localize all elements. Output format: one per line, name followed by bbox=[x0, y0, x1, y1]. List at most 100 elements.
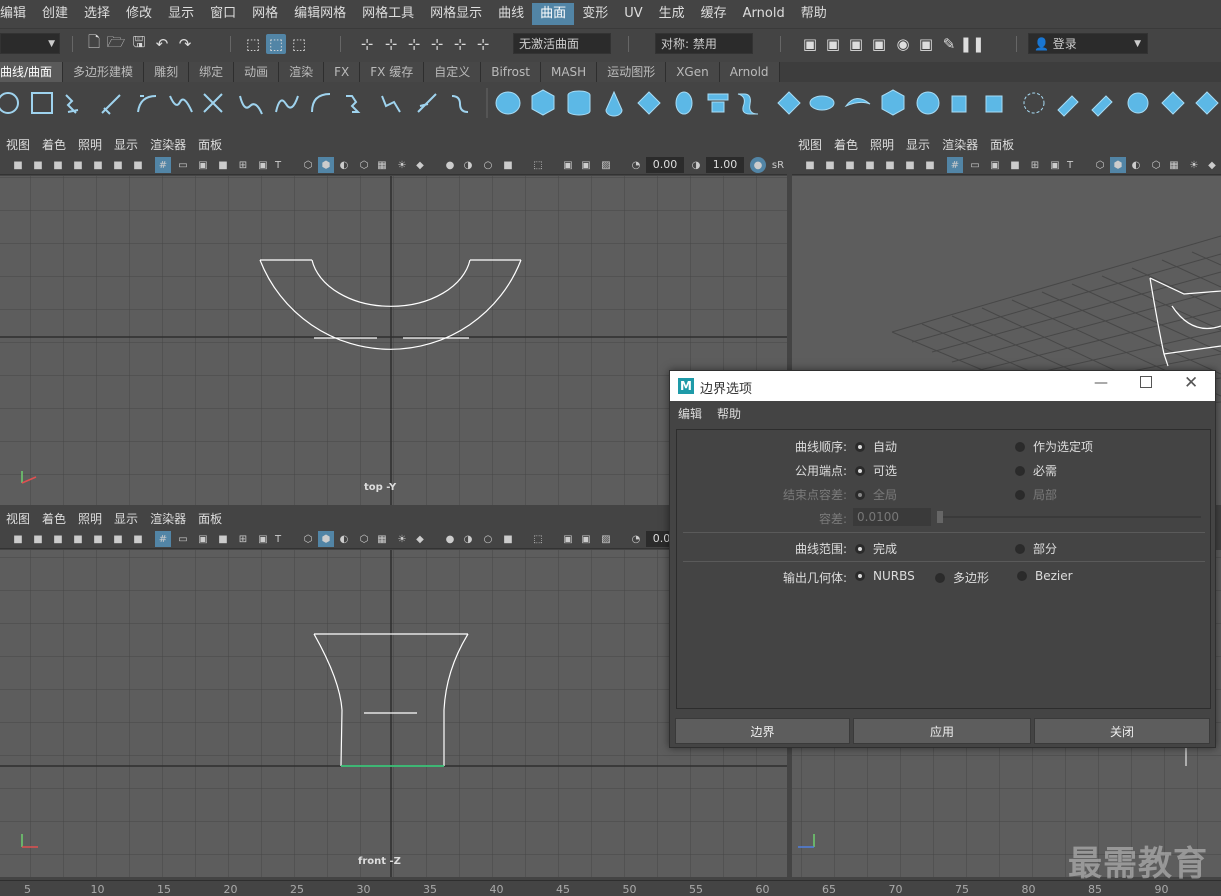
anti-aliasing-icon[interactable]: ○ bbox=[480, 157, 496, 173]
input-output-icon[interactable]: ⊹ bbox=[473, 34, 493, 54]
camera-attr-icon[interactable]: ■ bbox=[30, 157, 46, 173]
resolution-gate-icon[interactable]: ▣ bbox=[195, 157, 211, 173]
select-by-component-icon[interactable]: ⬚ bbox=[289, 34, 309, 54]
grid-toggle-icon[interactable]: # bbox=[155, 157, 171, 173]
camera-select-icon[interactable]: ■ bbox=[802, 157, 818, 173]
shelf-tab-3[interactable]: 绑定 bbox=[189, 62, 235, 82]
depth-of-field-icon[interactable]: ■ bbox=[500, 531, 516, 547]
image-plane-icon[interactable]: ■ bbox=[862, 157, 878, 173]
camera-attr-icon[interactable]: ■ bbox=[822, 157, 838, 173]
motion-blur-icon[interactable]: ◑ bbox=[460, 157, 476, 173]
viewport-menu-item-3[interactable]: 显示 bbox=[108, 136, 144, 153]
wireframe-icon[interactable]: ⬡ bbox=[300, 157, 316, 173]
output-polygon-radio[interactable]: 多边形 bbox=[935, 569, 989, 586]
pencil-icon[interactable]: ■ bbox=[922, 157, 938, 173]
shelf-tab-13[interactable]: Arnold bbox=[719, 62, 780, 82]
shelf-tab-4[interactable]: 动画 bbox=[234, 62, 280, 82]
menu-item-9[interactable]: 网格显示 bbox=[422, 3, 490, 25]
viewport-menu-item-2[interactable]: 照明 bbox=[864, 136, 900, 153]
menu-item-10[interactable]: 曲线 bbox=[490, 3, 532, 25]
shelf-tab-9[interactable]: Bifrost bbox=[481, 62, 541, 82]
backface-icon[interactable]: ▨ bbox=[598, 531, 614, 547]
common-endpoints-required-radio[interactable]: 必需 bbox=[1015, 462, 1057, 479]
shelf-tab-8[interactable]: 自定义 bbox=[424, 62, 482, 82]
viewport-menu-item-4[interactable]: 渲染器 bbox=[936, 136, 984, 153]
xray-active-icon[interactable]: ▣ bbox=[578, 157, 594, 173]
gate-mask-icon[interactable]: ■ bbox=[215, 531, 231, 547]
lights-icon[interactable]: ☀ bbox=[394, 531, 410, 547]
tolerance-slider-handle[interactable] bbox=[937, 511, 943, 523]
time-slider-ruler[interactable]: 5 10 15 20 25 30 35 40 45 50 55 60 65 70 75 80 85 90 bbox=[0, 880, 1221, 896]
save-scene-icon[interactable]: 🖫 bbox=[129, 33, 149, 54]
shelf-tab-12[interactable]: XGen bbox=[666, 62, 720, 82]
viewport-menu-item-2[interactable]: 照明 bbox=[72, 510, 108, 527]
xray-joints-icon[interactable]: ▣ bbox=[560, 531, 576, 547]
2d-pan-icon[interactable]: ■ bbox=[110, 531, 126, 547]
viewport-menu-item-5[interactable]: 面板 bbox=[192, 136, 228, 153]
depth-of-field-icon[interactable]: ■ bbox=[500, 157, 516, 173]
default-material-icon[interactable]: ◐ bbox=[1128, 157, 1144, 173]
dialog-menu-help[interactable]: 帮助 bbox=[717, 405, 741, 422]
view-transform-label[interactable]: sR bbox=[770, 157, 786, 173]
wireframe-on-shaded-icon[interactable]: ⬡ bbox=[356, 531, 372, 547]
grease-pencil-icon[interactable]: ■ bbox=[90, 531, 106, 547]
safe-title-icon[interactable]: T bbox=[270, 157, 286, 173]
render-current-icon[interactable]: ▣ bbox=[823, 34, 843, 54]
lights-icon[interactable]: ☀ bbox=[1186, 157, 1202, 173]
menu-item-4[interactable]: 显示 bbox=[160, 3, 202, 25]
inactive-surface-field[interactable]: 无激活曲面 bbox=[513, 33, 611, 54]
2d-pan-icon[interactable]: ■ bbox=[902, 157, 918, 173]
motion-blur-icon[interactable]: ◑ bbox=[460, 531, 476, 547]
viewport-menu-item-3[interactable]: 显示 bbox=[900, 136, 936, 153]
safe-title-icon[interactable]: T bbox=[1062, 157, 1078, 173]
output-nurbs-radio[interactable]: NURBS bbox=[855, 569, 915, 583]
viewport-menu-item-1[interactable]: 着色 bbox=[36, 136, 72, 153]
exposure-icon[interactable]: ◔ bbox=[628, 531, 644, 547]
shelf-tab-10[interactable]: MASH bbox=[540, 62, 598, 82]
minimize-icon[interactable]: — bbox=[1094, 375, 1108, 391]
2d-pan-icon[interactable]: ■ bbox=[110, 157, 126, 173]
menu-set-dropdown[interactable]: ▼ bbox=[0, 33, 60, 54]
resolution-gate-icon[interactable]: ▣ bbox=[987, 157, 1003, 173]
dialog-menu-edit[interactable]: 编辑 bbox=[678, 405, 702, 422]
xray-icon[interactable]: ▦ bbox=[374, 531, 390, 547]
camera-select-icon[interactable]: ■ bbox=[10, 157, 26, 173]
symmetry-field[interactable]: 对称: 禁用 bbox=[655, 33, 753, 54]
viewport-menu-item-2[interactable]: 照明 bbox=[72, 136, 108, 153]
lights-icon[interactable]: ☀ bbox=[394, 157, 410, 173]
menu-item-14[interactable]: 生成 bbox=[651, 3, 693, 25]
tolerance-global-radio[interactable]: 全局 bbox=[855, 486, 897, 503]
image-plane-icon[interactable]: ■ bbox=[70, 531, 86, 547]
tolerance-field[interactable]: 0.0100 bbox=[853, 508, 931, 526]
viewport-menu-item-0[interactable]: 视图 bbox=[792, 136, 828, 153]
hypershade-icon[interactable]: ◉ bbox=[893, 34, 913, 54]
menu-item-1[interactable]: 创建 bbox=[34, 3, 76, 25]
maximize-icon[interactable] bbox=[1140, 376, 1152, 388]
film-gate-icon[interactable]: ▭ bbox=[967, 157, 983, 173]
bookmark-icon[interactable]: ■ bbox=[842, 157, 858, 173]
menu-item-11[interactable]: 曲面 bbox=[532, 3, 575, 25]
resolution-gate-icon[interactable]: ▣ bbox=[195, 531, 211, 547]
bookmark-icon[interactable]: ■ bbox=[50, 157, 66, 173]
curve-order-auto-radio[interactable]: 自动 bbox=[855, 438, 897, 455]
viewport-menu-item-5[interactable]: 面板 bbox=[192, 510, 228, 527]
ipr-render-icon[interactable]: ▣ bbox=[846, 34, 866, 54]
menu-item-3[interactable]: 修改 bbox=[118, 3, 160, 25]
shelf-icons[interactable] bbox=[0, 82, 1221, 124]
smooth-shade-icon[interactable]: ⬢ bbox=[1110, 157, 1126, 173]
default-material-icon[interactable]: ◐ bbox=[336, 157, 352, 173]
isolate-select-icon[interactable]: ⬚ bbox=[530, 157, 546, 173]
safe-action-icon[interactable]: ▣ bbox=[255, 531, 271, 547]
viewport-menu-item-3[interactable]: 显示 bbox=[108, 510, 144, 527]
snap-curve-icon[interactable]: ⊹ bbox=[381, 34, 401, 54]
field-chart-icon[interactable]: ⊞ bbox=[235, 157, 251, 173]
grease-pencil-icon[interactable]: ■ bbox=[882, 157, 898, 173]
new-scene-icon[interactable]: 🗋 bbox=[84, 33, 104, 54]
smooth-shade-icon[interactable]: ⬢ bbox=[318, 157, 334, 173]
curve-range-complete-radio[interactable]: 完成 bbox=[855, 540, 897, 557]
default-material-icon[interactable]: ◐ bbox=[336, 531, 352, 547]
xray-icon[interactable]: ▦ bbox=[374, 157, 390, 173]
safe-action-icon[interactable]: ▣ bbox=[255, 157, 271, 173]
menu-item-13[interactable]: UV bbox=[616, 3, 650, 25]
apply-button[interactable]: 应用 bbox=[853, 718, 1031, 744]
